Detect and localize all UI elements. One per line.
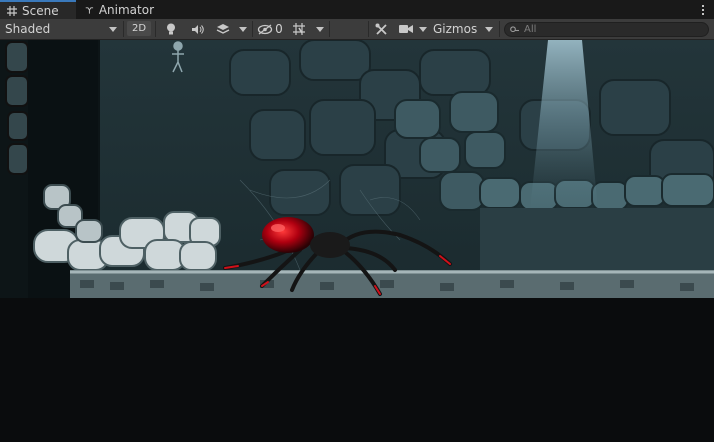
animator-icon	[85, 6, 94, 14]
camera-button[interactable]	[396, 19, 416, 39]
chevron-down-icon	[485, 26, 493, 32]
search-field[interactable]: All	[504, 22, 709, 37]
speaker-icon	[191, 24, 204, 34]
tab-animator[interactable]: Animator	[78, 0, 162, 19]
grid-dropdown[interactable]	[313, 19, 327, 39]
tab-bar: Scene Animator	[0, 0, 714, 19]
light-bulb-icon	[167, 23, 175, 34]
divider	[329, 21, 330, 37]
search-placeholder: All	[524, 24, 537, 35]
more-options-icon[interactable]	[699, 2, 707, 17]
tab-animator-label: Animator	[98, 2, 154, 17]
lighting-toggle-button[interactable]	[160, 19, 182, 39]
effects-dropdown[interactable]	[236, 19, 250, 39]
divider	[123, 21, 124, 37]
grid-icon	[7, 5, 17, 16]
scene-viewport[interactable]	[0, 40, 714, 442]
hidden-count: 0	[275, 22, 283, 36]
divider	[252, 21, 253, 37]
toggle-2d-button[interactable]: 2D	[127, 21, 151, 36]
video-camera-icon	[399, 25, 413, 33]
hidden-objects-toggle[interactable]: 0	[255, 19, 285, 39]
chevron-down-icon	[239, 26, 247, 32]
effects-toggle-button[interactable]	[210, 19, 236, 39]
gizmos-button[interactable]: Gizmos	[431, 19, 479, 39]
chevron-down-icon	[419, 26, 427, 32]
layers-effects-icon	[216, 24, 230, 34]
audio-toggle-button[interactable]	[186, 19, 208, 39]
chevron-down-icon	[109, 26, 117, 32]
gizmos-label: Gizmos	[433, 22, 478, 36]
divider	[368, 21, 369, 37]
tools-button[interactable]	[370, 19, 392, 39]
tab-scene[interactable]: Scene	[0, 0, 76, 19]
search-icon	[510, 25, 519, 32]
tab-scene-label: Scene	[22, 3, 59, 18]
divider	[499, 21, 500, 37]
scene-render	[0, 40, 714, 442]
camera-dropdown[interactable]	[416, 19, 430, 39]
grid-snap-button[interactable]	[287, 19, 311, 39]
tools-icon	[375, 23, 387, 35]
shading-mode-label: Shaded	[5, 22, 51, 36]
chevron-down-icon	[316, 26, 324, 32]
toggle-2d-label: 2D	[131, 23, 147, 34]
gizmos-dropdown[interactable]	[481, 19, 497, 39]
shading-mode-dropdown[interactable]: Shaded	[0, 19, 122, 39]
grid-snap-icon	[293, 23, 305, 35]
divider	[155, 21, 156, 37]
eye-slash-icon	[258, 23, 273, 35]
